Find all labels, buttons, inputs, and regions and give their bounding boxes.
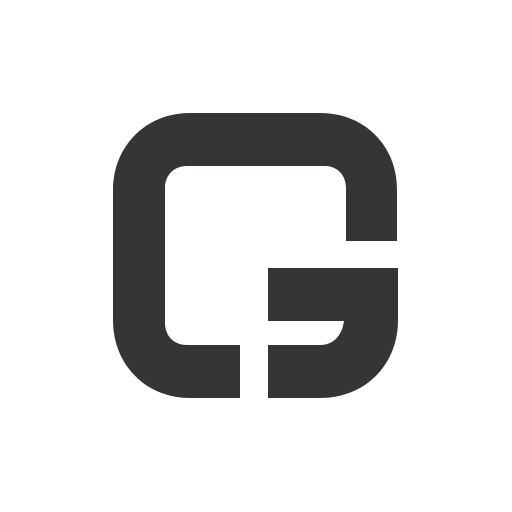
g-letter-logo-icon [113,113,398,398]
app-icon-canvas [0,0,512,512]
logo-letterform [113,113,398,398]
